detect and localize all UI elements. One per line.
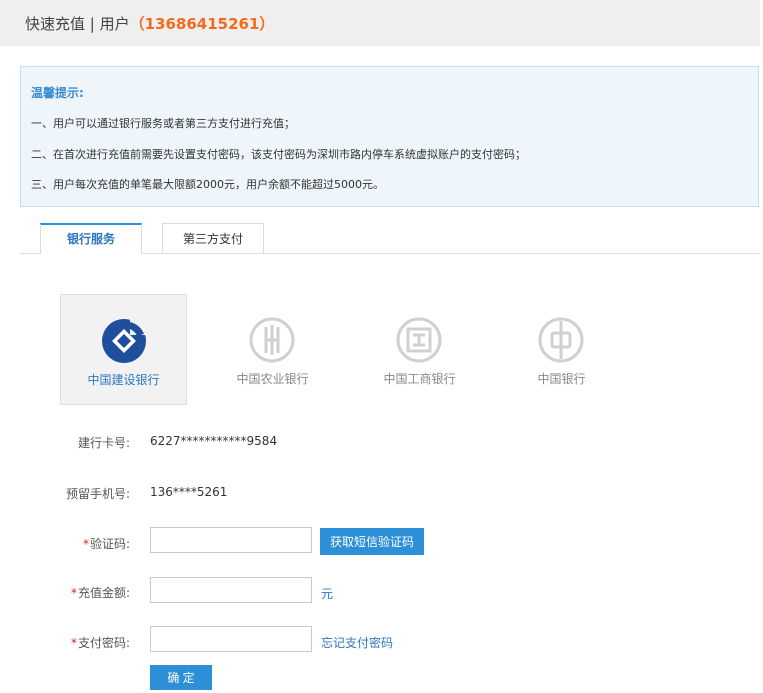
bank-option-abc[interactable]: 中国农业银行 <box>209 294 336 405</box>
forgot-password-link[interactable]: 忘记支付密码 <box>321 634 393 651</box>
bank-option-boc[interactable]: 中国银行 <box>498 294 625 405</box>
verification-code-label: *验证码: <box>30 535 130 552</box>
tips-panel: 温馨提示: 一、用户可以通过银行服务或者第三方支付进行充值； 二、在首次进行充值… <box>20 66 759 207</box>
ccb-logo-icon <box>102 319 148 363</box>
payment-password-input[interactable] <box>150 626 312 652</box>
page-header: 快速充值 | 用户（13686415261） <box>0 0 760 46</box>
card-number-value: 6227***********9584 <box>150 434 278 448</box>
tip-line-3: 三、用户每次充值的单笔最大限额2000元，用户余额不能超过5000元。 <box>31 178 384 191</box>
boc-logo-icon <box>538 317 584 363</box>
tab-bank-service[interactable]: 银行服务 <box>40 223 142 254</box>
bank-name-icbc: 中国工商银行 <box>383 372 456 386</box>
title-text: 快速充值 | 用户 <box>25 15 130 33</box>
bank-option-ccb[interactable]: 中国建设银行 <box>60 294 187 405</box>
page-title: 快速充值 | 用户（13686415261） <box>25 13 274 34</box>
bank-name-boc: 中国银行 <box>537 372 586 386</box>
verification-code-input[interactable] <box>150 527 312 553</box>
abc-logo-icon <box>249 317 295 363</box>
tab-third-party-payment[interactable]: 第三方支付 <box>162 223 264 253</box>
required-mark: * <box>82 537 89 551</box>
bank-option-icbc[interactable]: 中国工商银行 <box>356 294 483 405</box>
payment-password-label-text: 支付密码: <box>77 636 130 650</box>
bank-name-ccb: 中国建设银行 <box>87 373 160 387</box>
bank-name-abc: 中国农业银行 <box>236 372 309 386</box>
recharge-amount-input[interactable] <box>150 577 312 603</box>
confirm-button[interactable]: 确 定 <box>150 665 212 690</box>
tips-title: 温馨提示: <box>31 86 84 100</box>
user-phone: （13686415261） <box>129 15 275 33</box>
verification-code-label-text: 验证码: <box>89 537 130 551</box>
card-number-label: 建行卡号: <box>77 436 130 450</box>
recharge-amount-label: *充值金额: <box>30 584 130 601</box>
reserved-phone-label: 预留手机号: <box>65 487 130 501</box>
tip-line-2: 二、在首次进行充值前需要先设置支付密码，该支付密码为深圳市路内停车系统虚拟账户的… <box>31 148 526 161</box>
amount-unit: 元 <box>321 587 334 601</box>
tip-line-1: 一、用户可以通过银行服务或者第三方支付进行充值； <box>31 117 295 130</box>
icbc-logo-icon <box>396 317 442 363</box>
required-mark: * <box>70 586 77 600</box>
payment-password-label: *支付密码: <box>30 634 130 651</box>
get-sms-code-button[interactable]: 获取短信验证码 <box>320 528 424 555</box>
reserved-phone-value: 136****5261 <box>150 485 228 499</box>
required-mark: * <box>70 636 77 650</box>
recharge-amount-label-text: 充值金额: <box>77 586 130 600</box>
